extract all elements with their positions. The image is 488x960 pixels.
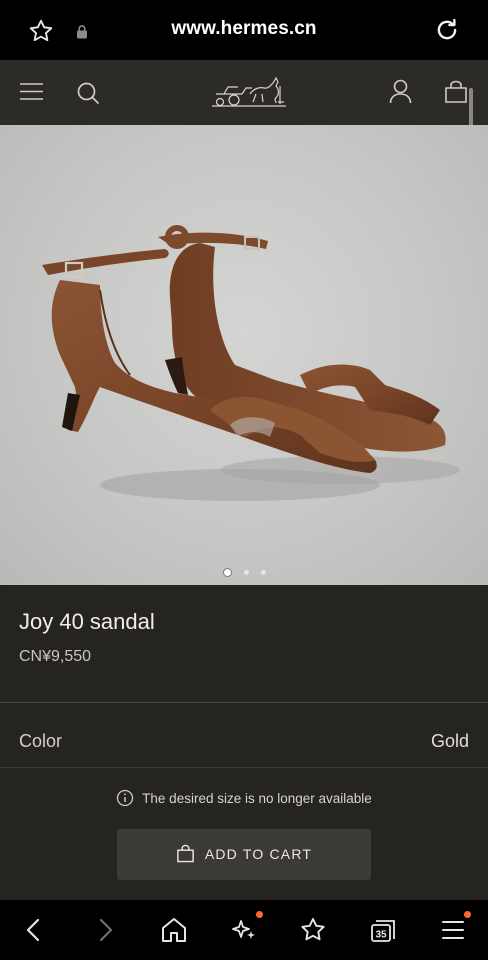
bag-icon[interactable]: [444, 80, 468, 104]
search-icon[interactable]: [76, 81, 100, 105]
shopping-bag-icon: [177, 844, 194, 863]
color-value[interactable]: Gold: [431, 731, 469, 752]
carousel-indicators[interactable]: [0, 564, 488, 578]
carousel-dot[interactable]: [243, 570, 249, 576]
back-icon[interactable]: [19, 915, 49, 945]
url-bar[interactable]: www.hermes.cn: [0, 18, 488, 40]
product-name: Joy 40 sandal: [19, 609, 155, 634]
carousel-dot[interactable]: [260, 570, 266, 576]
reload-icon[interactable]: [434, 17, 460, 43]
sandal-image: [42, 225, 460, 501]
menu-icon[interactable]: [438, 915, 468, 945]
add-to-cart-label: ADD TO CART: [204, 846, 313, 862]
tabs-count: 35: [375, 930, 387, 941]
forward-icon[interactable]: [90, 915, 120, 945]
tabs-icon[interactable]: 35: [368, 915, 398, 945]
browser-toolbar: www.hermes.cn: [0, 0, 488, 60]
browser-bottom-nav: 35: [0, 900, 488, 960]
product-price: CN¥9,550: [19, 648, 92, 665]
carousel-dot[interactable]: [222, 568, 232, 578]
availability-notice: The desired size is no longer available: [0, 789, 488, 807]
ai-sparkle-icon[interactable]: [229, 915, 259, 945]
notification-badge: [464, 911, 471, 918]
hermes-logo[interactable]: [210, 72, 288, 108]
divider: [0, 767, 488, 768]
availability-text: The desired size is no longer available: [142, 791, 372, 806]
favorites-icon[interactable]: [298, 915, 328, 945]
notification-badge: [256, 911, 263, 918]
account-icon[interactable]: [389, 79, 412, 104]
color-label: Color: [19, 731, 63, 751]
product-image-carousel[interactable]: [0, 125, 488, 585]
menu-icon[interactable]: [20, 82, 43, 101]
info-icon: [117, 789, 134, 807]
add-to-cart-button[interactable]: ADD TO CART: [117, 829, 371, 880]
site-header: [0, 60, 488, 125]
divider: [0, 702, 488, 703]
home-icon[interactable]: [159, 915, 189, 945]
